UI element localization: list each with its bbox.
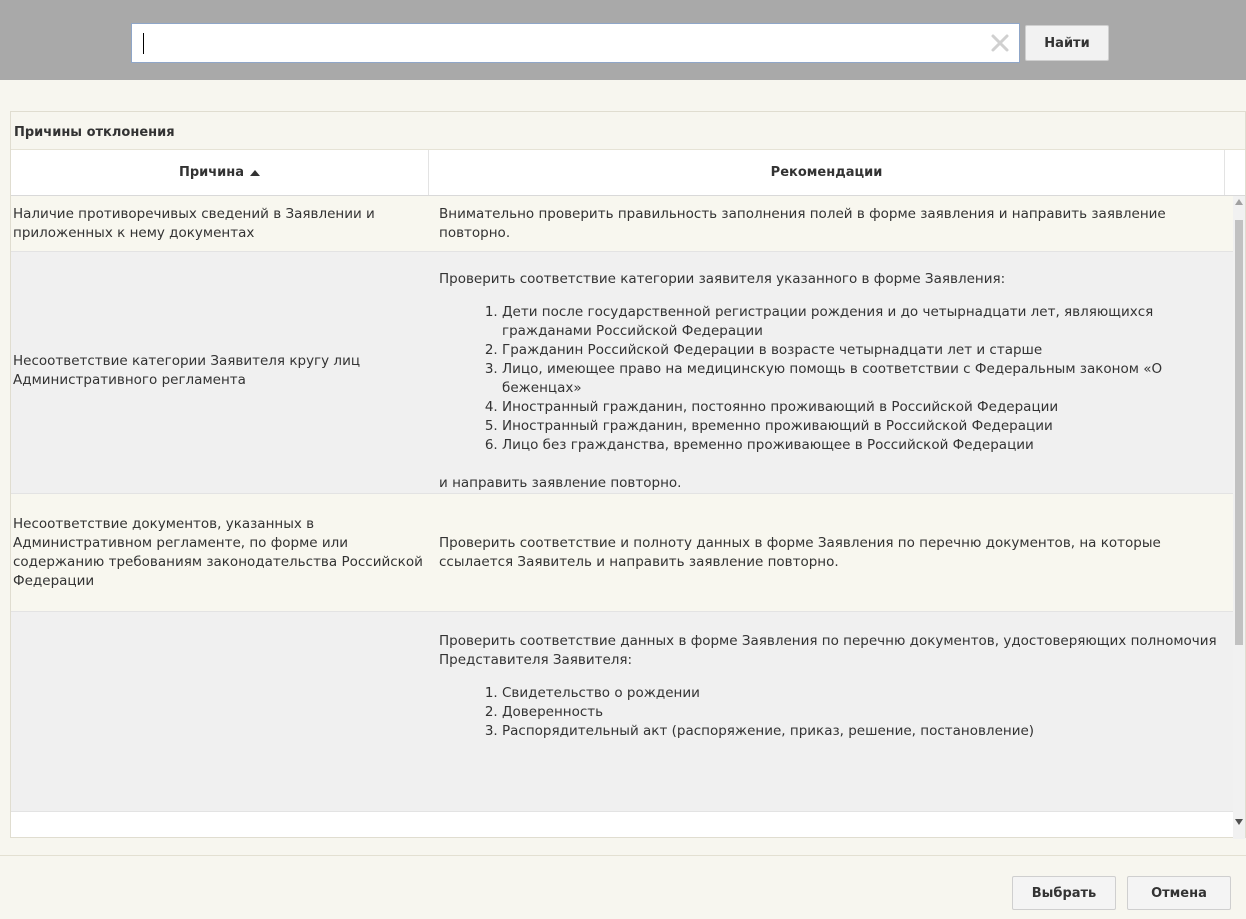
list-item: Иностранный гражданин, временно проживаю… [502,417,1219,436]
clear-x-icon[interactable] [989,32,1011,54]
list-item: Свидетельство о рождении [502,684,1219,703]
table-row[interactable]: Несоответствие документов, указанных в А… [11,494,1245,612]
recommendation-list: Свидетельство о рождении Доверенность Ра… [439,684,1219,741]
footer-divider [0,855,1246,856]
vertical-scrollbar[interactable] [1233,196,1245,839]
table-row[interactable]: Несоответствие категории Заявителя кругу… [11,252,1245,494]
search-bar: Найти [0,0,1246,80]
search-button[interactable]: Найти [1025,25,1109,61]
recommendation-text: Проверить соответствие и полноту данных … [439,534,1161,570]
column-header-recommendations-label: Рекомендации [770,165,883,180]
rejection-reasons-panel: Причины отклонения Причина Рекомендации … [10,111,1246,839]
recommendation-list: Дети после государственной регистрации р… [439,303,1219,455]
cause-cell [11,612,429,811]
recommendation-cell: Проверить соответствие категории заявите… [429,252,1225,491]
column-header-cause-label: Причина [178,165,245,180]
cancel-button[interactable]: Отмена [1127,876,1231,910]
table-row[interactable]: Наличие противоречивых сведений в Заявле… [11,196,1245,252]
column-header-cause[interactable]: Причина [11,150,429,195]
table-row[interactable]: Проверить соответствие данных в форме За… [11,612,1245,812]
select-button[interactable]: Выбрать [1012,876,1116,910]
cause-cell: Несоответствие документов, указанных в А… [13,515,423,589]
list-item: Гражданин Российской Федерации в возраст… [502,341,1219,360]
scroll-up-arrow-icon[interactable] [1235,199,1243,205]
list-item: Иностранный гражданин, постоянно прожива… [502,398,1219,417]
sort-ascending-icon [250,169,261,176]
list-item: Лицо, имеющее право на медицинскую помощ… [502,360,1219,398]
scrollbar-thumb[interactable] [1235,220,1243,645]
list-item: Лицо без гражданства, временно проживающ… [502,436,1219,455]
grid-header: Причина Рекомендации [11,150,1245,196]
search-input[interactable] [140,30,980,56]
recommendation-after-text: и направить заявление повторно. [439,475,682,491]
list-item: Доверенность [502,703,1219,722]
cause-cell: Наличие противоречивых сведений в Заявле… [13,205,375,241]
text-cursor [143,33,144,54]
grid-body: Наличие противоречивых сведений в Заявле… [11,196,1245,839]
search-field[interactable] [131,23,1020,63]
list-item: Дети после государственной регистрации р… [502,303,1219,341]
recommendation-cell: Внимательно проверить правильность запол… [429,196,1225,251]
cause-cell: Несоответствие категории Заявителя кругу… [13,352,361,388]
recommendation-text: Проверить соответствие данных в форме За… [439,633,1217,668]
scroll-down-arrow-icon[interactable] [1235,819,1243,825]
recommendation-text: Проверить соответствие категории заявите… [439,271,1006,287]
column-header-recommendations[interactable]: Рекомендации [429,150,1225,195]
recommendation-text: Внимательно проверить правильность запол… [439,205,1166,241]
recommendation-cell: Проверить соответствие данных в форме За… [429,612,1225,811]
panel-title: Причины отклонения [11,112,1245,150]
recommendation-cell: Проверить соответствие и полноту данных … [429,494,1225,611]
list-item: Распорядительный акт (распоряжение, прик… [502,722,1219,741]
